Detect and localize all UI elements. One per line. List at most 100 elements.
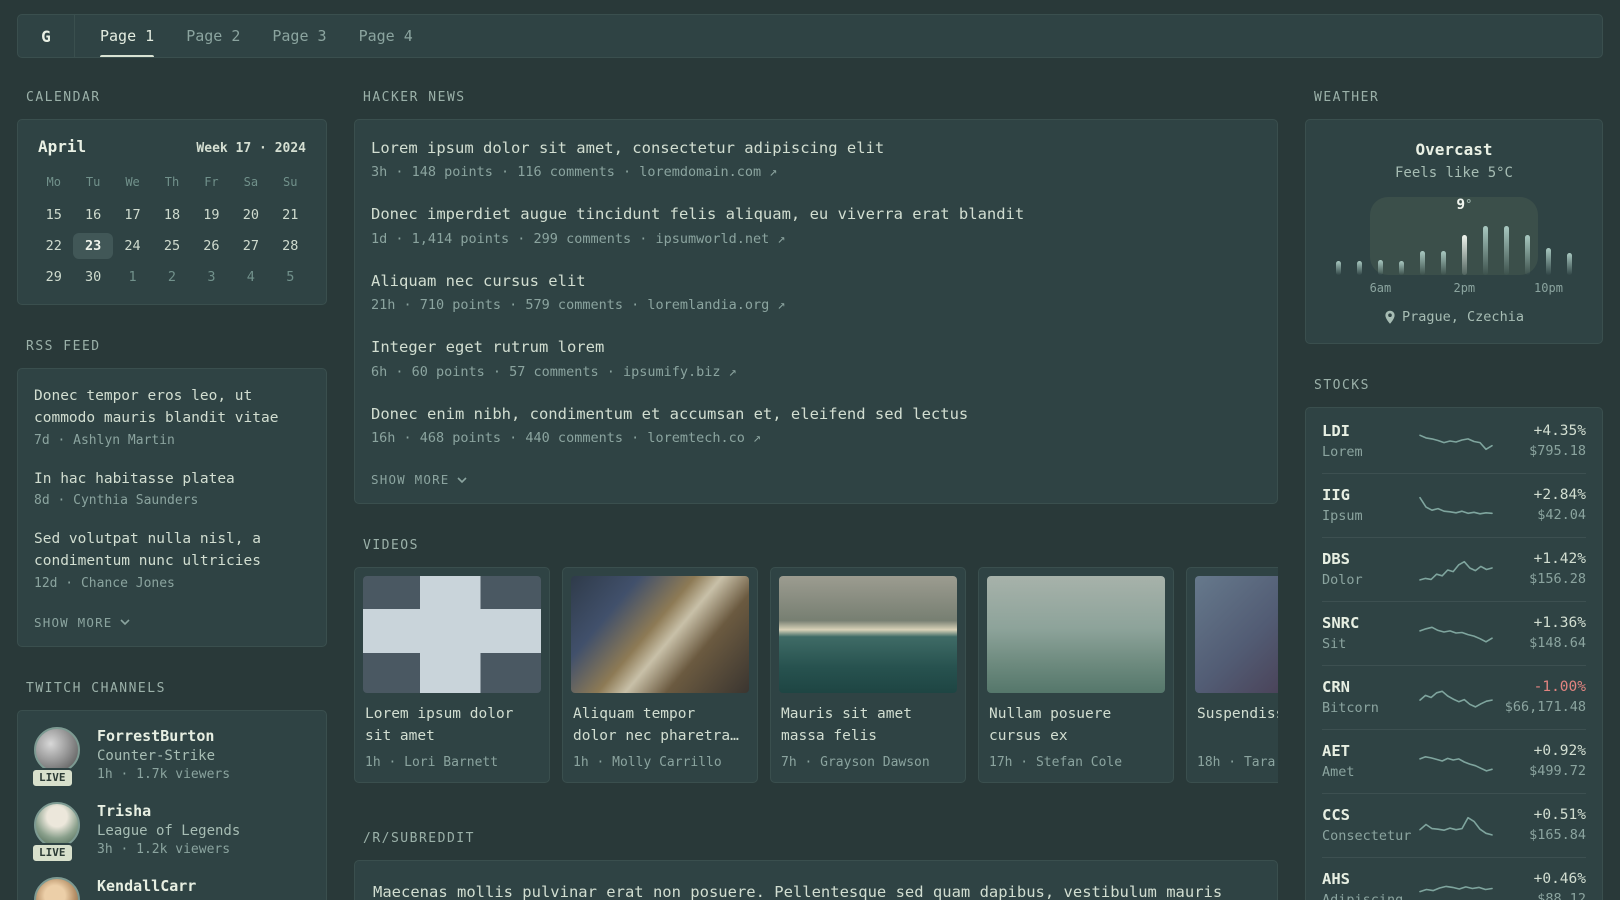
current-temp-label: 9° xyxy=(1456,197,1473,213)
twitch-channel-row[interactable]: LIVE Trisha League of Legends 3h · 1.2k … xyxy=(31,801,310,863)
hackernews-item: Donec imperdiet augue tincidunt felis al… xyxy=(371,203,1261,246)
story-title[interactable]: Integer eget rutrum lorem xyxy=(371,336,1261,358)
video-thumbnail[interactable] xyxy=(987,576,1165,694)
video-card[interactable]: Mauris sit amet massa felis 7h · Grayson… xyxy=(770,567,966,784)
stock-price: $165.84 xyxy=(1529,827,1586,843)
stock-row[interactable]: DBS Dolor +1.42% $156.28 xyxy=(1322,537,1586,601)
stock-numbers: +0.92% $499.72 xyxy=(1494,743,1586,779)
stock-change: +1.42% xyxy=(1533,551,1586,567)
stock-row[interactable]: SNRC Sit +1.36% $148.64 xyxy=(1322,601,1586,665)
article-meta: 8d · Cynthia Saunders xyxy=(34,493,199,509)
video-thumbnail[interactable] xyxy=(571,576,749,694)
stock-sparkline xyxy=(1418,809,1494,841)
stock-id: SNRC Sit xyxy=(1322,614,1418,652)
video-card[interactable]: Lorem ipsum dolor sit amet consectetu… 1… xyxy=(354,567,550,784)
calendar-day: 19 xyxy=(203,207,220,223)
story-title[interactable]: Lorem ipsum dolor sit amet, consectetur … xyxy=(371,137,1261,159)
channel-name[interactable]: Trisha xyxy=(97,802,240,820)
twitch-channel-row[interactable]: LIVE ForrestBurton Counter-Strike 1h · 1… xyxy=(31,726,310,788)
weather-location: Prague, Czechia xyxy=(1322,309,1586,325)
stock-change: +0.46% xyxy=(1533,871,1586,887)
weather-widget: Overcast Feels like 5°C 9° 6am 2pm 10pm xyxy=(1305,119,1603,344)
stock-id: DBS Dolor xyxy=(1322,550,1418,588)
article-meta: 7d · Ashlyn Martin xyxy=(34,432,175,448)
avatar xyxy=(34,726,80,773)
weather-bar xyxy=(1391,261,1412,275)
stocks-widget: LDI Lorem +4.35% $795.18 IIG Ipsum +2.84… xyxy=(1305,407,1603,900)
tab-page-4[interactable]: Page 4 xyxy=(359,15,413,57)
stock-id: CRN Bitcorn xyxy=(1322,678,1418,716)
stock-id: AET Amet xyxy=(1322,742,1418,780)
hackernews-item: Aliquam nec cursus elit 21h · 710 points… xyxy=(371,270,1261,313)
channel-meta: 3h · 1.2k viewers xyxy=(97,841,231,857)
rss-item: Donec tempor eros leo, ut commodo mauris… xyxy=(34,386,310,448)
calendar-day: 29 xyxy=(45,269,62,285)
stock-row[interactable]: AHS Adipiscing +0.46% $88.12 xyxy=(1322,857,1586,900)
video-thumbnail[interactable] xyxy=(779,576,957,694)
tab-page-1[interactable]: Page 1 xyxy=(100,15,155,57)
video-title[interactable]: Mauris sit amet massa felis xyxy=(781,704,955,748)
story-meta: 16h · 468 points · 440 comments · loremt… xyxy=(371,430,762,447)
stock-numbers: +0.51% $165.84 xyxy=(1494,807,1586,843)
weather-bar xyxy=(1454,235,1475,275)
twitch-channel-row[interactable]: LIVE KendallCarr xyxy=(34,876,310,900)
stock-ticker: LDI xyxy=(1322,422,1350,440)
external-link-icon: ↗ xyxy=(777,297,786,314)
video-title[interactable]: Lorem ipsum dolor sit amet consectetu… xyxy=(365,704,539,748)
weather-section-title: WEATHER xyxy=(1314,90,1380,105)
app-logo[interactable]: G xyxy=(18,15,75,57)
page-tabs: Page 1 Page 2 Page 3 Page 4 xyxy=(75,15,413,57)
tab-page-3[interactable]: Page 3 xyxy=(272,15,326,57)
calendar-day: 1 xyxy=(128,269,137,285)
weekday-label: Tu xyxy=(85,175,101,189)
channel-name[interactable]: ForrestBurton xyxy=(97,727,230,745)
stock-row[interactable]: LDI Lorem +4.35% $795.18 xyxy=(1322,410,1586,473)
video-title[interactable]: Suspendisse diam xyxy=(1197,704,1278,748)
story-title[interactable]: Donec imperdiet augue tincidunt felis al… xyxy=(371,203,1261,225)
calendar-day: 16 xyxy=(85,207,102,223)
video-title[interactable]: Nullam posuere cursus ex xyxy=(989,704,1163,748)
time-label: 6am xyxy=(1369,281,1392,295)
rss-section: RSS FEED Donec tempor eros leo, ut commo… xyxy=(17,339,327,647)
channel-name[interactable]: KendallCarr xyxy=(97,877,196,895)
story-title[interactable]: Donec enim nibh, condimentum et accumsan… xyxy=(371,403,1261,425)
hackernews-item: Donec enim nibh, condimentum et accumsan… xyxy=(371,403,1261,446)
channel-game: League of Legends xyxy=(97,822,241,839)
stock-row[interactable]: CRN Bitcorn -1.00% $66,171.48 xyxy=(1322,665,1586,729)
stock-name: Amet xyxy=(1322,764,1355,780)
video-thumbnail[interactable] xyxy=(1195,576,1278,694)
stock-row[interactable]: IIG Ipsum +2.84% $42.04 xyxy=(1322,473,1586,537)
stock-name: Sit xyxy=(1322,636,1347,652)
stock-change: +0.92% xyxy=(1533,743,1586,759)
stock-price: $66,171.48 xyxy=(1504,699,1586,715)
post-title[interactable]: Maecenas mollis pulvinar erat non posuer… xyxy=(373,880,1259,900)
stock-row[interactable]: CCS Consectetur +0.51% $165.84 xyxy=(1322,793,1586,857)
story-title[interactable]: Aliquam nec cursus elit xyxy=(371,270,1261,292)
weather-condition: Overcast xyxy=(1415,140,1493,159)
weekday-label: Su xyxy=(283,175,298,189)
article-title[interactable]: In hac habitasse platea xyxy=(34,469,310,491)
article-title[interactable]: Sed volutpat nulla nisl, a condimentum n… xyxy=(34,529,310,573)
stock-name: Dolor xyxy=(1322,572,1363,588)
tab-page-2[interactable]: Page 2 xyxy=(186,15,240,57)
video-card[interactable]: Suspendisse diam 18h · Tara xyxy=(1186,567,1278,784)
channel-info: ForrestBurton Counter-Strike 1h · 1.7k v… xyxy=(97,727,230,782)
video-title[interactable]: Aliquam tempor dolor nec pharetra… xyxy=(573,704,747,748)
stock-ticker: IIG xyxy=(1322,486,1350,504)
stock-price: $88.12 xyxy=(1537,891,1586,900)
video-card[interactable]: Aliquam tempor dolor nec pharetra… 1h · … xyxy=(562,567,758,784)
story-meta: 6h · 60 points · 57 comments · ipsumify.… xyxy=(371,363,737,380)
stock-sparkline xyxy=(1418,745,1494,777)
stock-change: +0.51% xyxy=(1533,807,1586,823)
video-thumbnail[interactable] xyxy=(363,576,541,694)
subreddit-section-title: /R/SUBREDDIT xyxy=(363,831,475,847)
rss-show-more-button[interactable]: SHOW MORE xyxy=(34,615,130,630)
hackernews-show-more-button[interactable]: SHOW MORE xyxy=(371,472,467,487)
article-title[interactable]: Donec tempor eros leo, ut commodo mauris… xyxy=(34,386,310,430)
channel-info: Trisha League of Legends 3h · 1.2k viewe… xyxy=(97,802,240,857)
stock-row[interactable]: AET Amet +0.92% $499.72 xyxy=(1322,729,1586,793)
calendar-days: 15 16 17 18 19 20 21 22 23 24 25 26 27 28 29 30 1 2 3 4 5 xyxy=(34,202,310,290)
stock-sparkline xyxy=(1418,553,1494,585)
video-card[interactable]: Nullam posuere cursus ex 17h · Stefan Co… xyxy=(978,567,1174,784)
stock-name: Lorem xyxy=(1322,444,1363,460)
